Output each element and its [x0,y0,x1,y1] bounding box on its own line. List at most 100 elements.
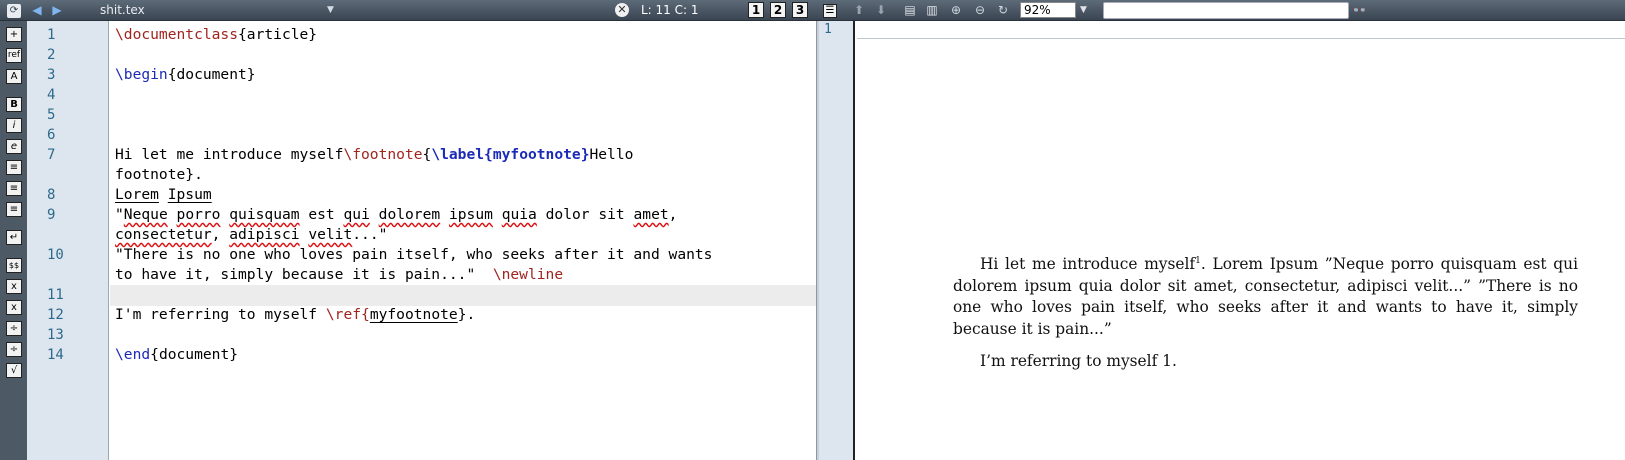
page-icon[interactable]: ▤ [903,2,917,19]
subscript-icon[interactable]: x [6,279,22,294]
pdf-paragraph: Hi let me introduce myself1. Lorem Ipsum… [953,254,1578,340]
plain-text: " [115,206,124,223]
newline-icon[interactable]: ↵ [6,230,22,245]
code-line-7-wrap[interactable]: footnote}. [115,165,203,185]
file-name-combo[interactable]: shit.tex [100,2,145,19]
fit-page-icon[interactable]: ▥ [925,2,939,19]
plain-text: , [668,206,678,223]
brace: }. [457,306,476,323]
code-line-8[interactable]: Lorem Ipsum [115,185,212,205]
spell-word: Lorem [115,186,159,203]
view-1-button[interactable]: 1 [748,2,764,18]
sqrt-icon[interactable]: √ [6,363,22,378]
italic-icon[interactable]: i [6,118,22,133]
latex-tool-strip: + ref A B i e ≡ ≡ ≡ ↵ $$ x x ÷ ÷ √ [0,21,27,460]
misspelled-word: dolorem [378,206,441,223]
latex-command: \ref [325,306,362,323]
find-binoculars-icon[interactable]: 👓 [1352,2,1367,19]
misspelled-word: adipisci [229,226,300,243]
brace: { [422,146,432,163]
math-mode-icon[interactable]: $$ [6,258,22,273]
code-line-7[interactable]: Hi let me introduce myself\footnote{\lab… [115,145,633,165]
line-number: 6 [47,127,56,143]
superscript-icon[interactable]: x [6,300,22,315]
line-number: 9 [47,207,56,223]
emphasis-icon[interactable]: e [6,139,22,154]
arrow-down-icon[interactable]: ⬇ [874,2,888,19]
misspelled-word: amet [633,206,669,223]
plain-text: footnote}. [115,166,203,183]
brace: { [361,306,370,323]
plain-text: "There is no one who loves pain itself, … [115,246,713,263]
bold-icon[interactable]: B [6,97,22,112]
spell-word: Ipsum [167,186,212,203]
code-line-10-wrap[interactable]: to have it, simply because it is pain...… [115,265,563,285]
structure-icon[interactable]: ☰ [822,2,838,19]
latex-command: \documentclass [115,26,239,43]
code-line-9-wrap[interactable]: consectetur, adipisci velit..." [115,225,387,245]
dfrac-icon[interactable]: ÷ [6,342,22,357]
back-arrow-icon[interactable]: ◀ [31,2,43,19]
fraction-icon[interactable]: ÷ [6,321,22,336]
pdf-page[interactable] [857,40,1625,460]
plain-text: to have it, simply because it is pain...… [115,266,493,283]
misspelled-word: quia [501,206,537,223]
plain-text: I'm referring to myself [115,306,326,323]
pdf-rendered-text: Hi let me introduce myself1. Lorem Ipsum… [953,254,1578,373]
misspelled-word: Neque [123,206,168,223]
rotate-icon[interactable]: ↻ [996,2,1010,19]
zoom-in-icon[interactable]: ⊕ [949,2,963,19]
view-2-button[interactable]: 2 [770,2,786,18]
zoom-field[interactable]: 92% [1020,2,1076,18]
code-line-9[interactable]: "Neque porro quisquam est qui dolorem ip… [115,205,677,225]
code-line-1[interactable]: \documentclass{article} [115,25,317,45]
line-number-gutter: 1 2 3 4 5 6 7 8 9 10 11 12 13 14 [27,21,109,460]
misspelled-word: qui [343,206,370,223]
misspelled-word: quisquam [229,206,300,223]
misspelled-word: porro [176,206,221,223]
pdf-paragraph: I’m referring to myself 1. [980,352,1177,370]
align-right-icon[interactable]: ≡ [6,202,22,217]
line-number: 3 [47,67,56,83]
line-number: 1 [47,27,56,43]
line-number: 5 [47,107,56,123]
ref-argument: myfootnote [369,306,458,323]
code-line-12[interactable]: I'm referring to myself \ref{myfootnote}… [115,305,475,325]
view-3-button[interactable]: 3 [792,2,808,18]
forward-arrow-icon[interactable]: ▶ [51,2,63,19]
align-left-icon[interactable]: ≡ [6,160,22,175]
line-number: 4 [47,87,56,103]
plain-text: Hello [589,146,634,163]
code-line-14[interactable]: \end{document} [115,345,238,365]
zoom-out-icon[interactable]: ⊖ [973,2,987,19]
arrow-up-icon[interactable]: ⬆ [852,2,866,19]
misspelled-word: velit [308,226,353,243]
top-toolbar: ⟳ ◀ ▶ shit.tex ▼ ✕ L: 11 C: 1 1 2 3 ☰ ⬆ … [0,0,1625,21]
plain-text: est [299,206,344,223]
line-number: 11 [47,287,64,303]
misspelled-word: consectetur [115,226,212,243]
font-size-icon[interactable]: A [6,69,22,84]
refresh-icon[interactable]: ⟳ [6,2,22,19]
insert-plus-icon[interactable]: + [6,27,22,42]
code-line-10[interactable]: "There is no one who loves pain itself, … [115,245,712,265]
latex-command: \newline [492,266,564,283]
line-number: 7 [47,147,56,163]
pdf-header-strip [857,21,1625,39]
pdf-text-run: Hi let me introduce myself [980,255,1196,273]
line-number: 13 [47,327,64,343]
ref-icon[interactable]: ref [6,48,22,63]
current-line-highlight [110,285,816,306]
latex-command: \begin [115,66,168,83]
code-line-3[interactable]: \begin{document} [115,65,256,85]
latex-command: \end [115,346,151,363]
zoom-dropdown-icon[interactable]: ▼ [1080,2,1087,19]
line-number: 14 [47,347,64,363]
align-center-icon[interactable]: ≡ [6,181,22,196]
chevron-down-icon[interactable]: ▼ [327,2,334,19]
pdf-search-input[interactable] [1103,2,1349,19]
plain-text: dolor sit [536,206,634,223]
cursor-position: L: 11 C: 1 [641,3,699,17]
latex-argument: {document} [150,346,239,363]
close-document-icon[interactable]: ✕ [615,3,629,17]
